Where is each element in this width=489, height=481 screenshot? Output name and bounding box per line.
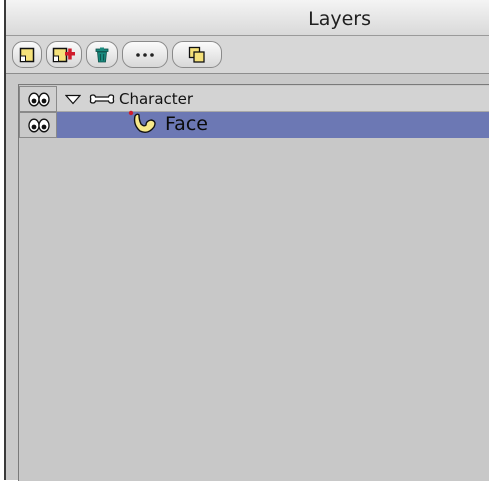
layer-name-character: Character <box>119 90 193 108</box>
layers-toolbar <box>6 36 489 74</box>
layer-row-character[interactable]: Character <box>19 86 489 112</box>
trash-icon <box>94 47 110 63</box>
delete-layer-button[interactable] <box>86 41 118 68</box>
bone-icon <box>89 92 115 106</box>
expand-triangle-icon[interactable] <box>65 94 81 105</box>
visibility-toggle-character[interactable] <box>19 86 57 112</box>
layer-name-face: Face <box>165 113 208 135</box>
add-layer-icon <box>52 46 76 64</box>
eyes-icon <box>28 118 50 133</box>
more-options-button[interactable] <box>122 41 168 68</box>
panel-title: Layers <box>6 8 489 30</box>
layers-panel: Layers <box>0 0 489 480</box>
visibility-toggle-face[interactable] <box>19 112 57 138</box>
layers-list[interactable]: Character Face <box>18 84 489 481</box>
layer-row-face[interactable]: Face <box>19 112 489 138</box>
new-layer-button[interactable] <box>12 41 42 68</box>
add-layer-button[interactable] <box>46 41 82 68</box>
duplicate-layer-button[interactable] <box>172 41 222 68</box>
vector-layer-icon <box>127 107 159 137</box>
new-layer-icon <box>19 47 35 63</box>
duplicate-icon <box>188 46 206 64</box>
ellipsis-icon <box>135 52 155 58</box>
panel-title-bar[interactable]: Layers <box>6 0 489 36</box>
eyes-icon <box>28 92 50 107</box>
layers-list-area: Character Face <box>6 74 489 480</box>
